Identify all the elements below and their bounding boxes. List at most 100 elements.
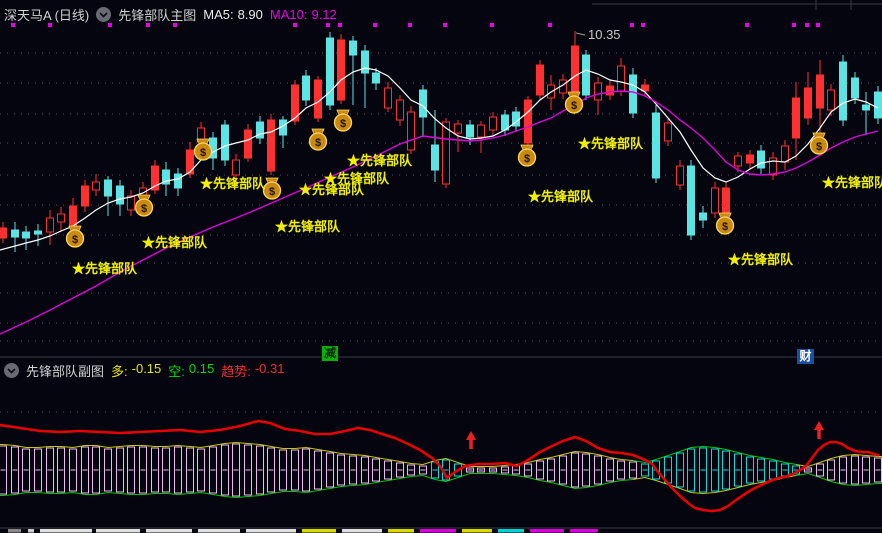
candle-body [232,159,240,176]
candle-body [851,77,859,99]
clipped-status-text [462,529,492,533]
candle-body [384,87,392,109]
candle-body [827,89,835,111]
candle-body [127,195,135,211]
money-bag-dollar: $ [315,137,321,149]
candle-body [349,40,357,56]
candle-body [361,50,369,74]
candle-body [781,145,789,163]
chevron-down-icon[interactable] [96,7,112,22]
pioneer-signal-label: ★先锋部队 [72,261,138,276]
candle-body [652,112,660,179]
chevron-down-icon[interactable] [4,363,19,378]
candle-body [746,154,754,164]
sub-indicator-name: 先锋部队副图 [26,364,105,379]
clipped-status-text [570,529,598,533]
trend-readout: 趋势: -0.31 [221,361,285,379]
money-bag-dollar: $ [816,141,822,153]
ma5-readout: MA5: 8.90 [203,7,263,22]
candle-body [489,116,497,131]
candle-body [711,187,719,214]
candle-body [81,185,89,207]
candle-body [571,45,579,96]
ma-slow-line [0,90,879,335]
sub-chart-header: 先锋部队副图 多: -0.15 空: 0.15 趋势: -0.31 [4,361,284,380]
candle-body [629,74,637,114]
clipped-status-text [388,529,414,533]
candle-body [419,89,427,118]
clipped-status-text [146,529,192,533]
candle-body [617,65,625,92]
clipped-status-text [530,529,564,533]
candle-body [734,155,742,167]
clipped-status-text [498,529,524,533]
clipped-status-text [28,529,34,533]
up-arrow-icon [814,421,824,439]
signal-dot [792,23,796,27]
candle-body [582,54,590,96]
money-bag-dollar: $ [200,147,206,159]
candle-body [676,165,684,186]
clipped-status-text [246,529,296,533]
candle-body [839,61,847,121]
candle-body [722,187,730,214]
candle-body [454,123,462,134]
signal-dot [630,23,634,27]
signal-dot [548,23,552,27]
candle-body [244,129,252,159]
signal-dot [443,23,447,27]
pioneer-signal-label: ★先锋部队 [142,235,208,250]
candle-body [22,231,30,239]
candle-body [862,104,870,111]
candle-body [372,72,380,84]
candle-body [174,173,182,189]
candle-body [221,124,229,161]
candle-body [606,85,614,96]
candle-body [186,149,194,175]
high-leader-line [575,32,586,36]
money-bag-dollar: $ [722,221,728,233]
pioneer-signal-label: ★先锋部队 [528,189,594,204]
clipped-status-text [198,529,240,533]
high-price-label: 10.35 [588,27,621,42]
candle-body [326,37,334,106]
candle-body [699,212,707,221]
pioneer-signal-label: ★先锋部队 [728,252,794,267]
candle-body [104,179,112,197]
signal-dot [338,23,342,27]
reduce-signal-badge: 减 [322,346,338,361]
candle-body [11,229,19,238]
chart-canvas[interactable]: 10.35$$$$$$$$$$★先锋部队★先锋部队★先锋部队★先锋部队★先锋部队… [0,0,882,533]
money-bag-dollar: $ [524,153,530,165]
signal-dot [745,23,749,27]
candle-body [0,227,7,239]
main-indicator-name: 先锋部队主图 [118,8,197,23]
up-arrow-icon [466,431,476,449]
pioneer-signal-label: ★先锋部队 [578,136,644,151]
pioneer-signal-label: ★先锋部队 [324,171,390,186]
candle-body [34,230,42,235]
money-bag-dollar: $ [141,203,147,215]
wealth-signal-badge: 财 [797,349,814,364]
candle-body [687,165,695,236]
candle-body [536,64,544,96]
clipped-status-text [40,529,92,533]
candle-body [92,181,100,191]
pioneer-signal-label: ★先锋部队 [347,153,413,168]
signal-dot [805,23,809,27]
candle-body [757,150,765,169]
candle-body [267,119,275,172]
candle-body [594,82,602,101]
candle-body [816,74,824,109]
candle-body [431,144,439,171]
money-bag-dollar: $ [571,100,577,112]
candle-body [46,217,54,233]
candle-body [664,122,672,142]
clipped-status-text [420,529,456,533]
signal-dot [373,23,377,27]
pioneer-signal-label: ★先锋部队 [822,175,882,190]
candle-body [314,79,322,119]
candle-body [874,91,882,119]
candle-body [57,213,65,223]
stock-title: 深天马A (日线) [4,8,90,23]
